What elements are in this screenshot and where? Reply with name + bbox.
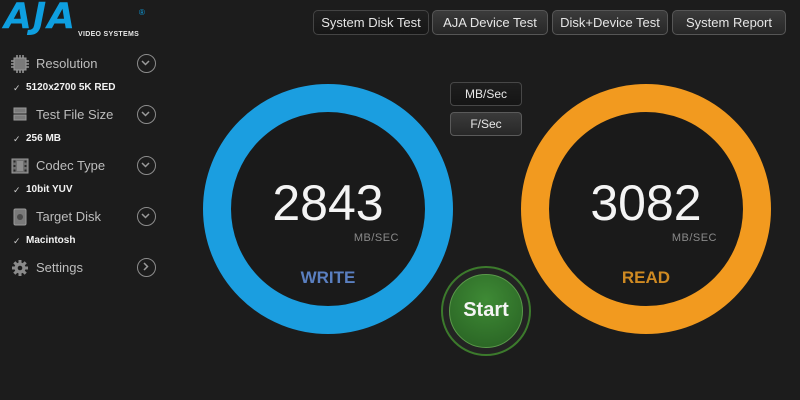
tab-disk-device-test[interactable]: Disk+Device Test [552, 10, 668, 35]
read-gauge: 3082 MB/SEC READ [521, 84, 771, 334]
read-label: READ [621, 268, 671, 287]
sidebar-label-settings: Settings [36, 260, 83, 275]
sidebar-item-test-file-size[interactable]: Test File Size [8, 103, 160, 127]
read-speed-value: 3082 [590, 175, 702, 231]
sidebar-item-resolution[interactable]: Resolution [8, 52, 160, 76]
tab-aja-device-test[interactable]: AJA Device Test [432, 10, 548, 35]
logo-registered: ® [139, 8, 145, 17]
sidebar-label-codec-type: Codec Type [36, 158, 106, 173]
sidebar-item-codec-type[interactable]: Codec Type [8, 154, 160, 178]
fsec-button[interactable]: F/Sec [450, 112, 522, 136]
write-speed-unit: MB/SEC [353, 232, 399, 244]
check-icon: ✓ [13, 83, 21, 93]
chevron-down-icon[interactable] [137, 105, 156, 124]
mbsec-button[interactable]: MB/Sec [450, 82, 522, 106]
logo-subtitle: VIDEO SYSTEMS [78, 31, 140, 38]
tab-system-disk-test[interactable]: System Disk Test [313, 10, 429, 35]
aja-logo: AJA ® VIDEO SYSTEMS [0, 0, 150, 45]
codec-value: 10bit YUV [26, 184, 73, 195]
target-disk-value: Macintosh [26, 235, 76, 246]
write-gauge: 2843 MB/SEC WRITE [203, 84, 453, 334]
check-icon: ✓ [13, 236, 21, 246]
disk-icon [11, 208, 29, 226]
read-speed-unit: MB/SEC [671, 232, 717, 244]
start-button-ring: Start [441, 266, 531, 356]
chevron-right-icon[interactable] [137, 258, 156, 277]
film-icon [11, 157, 29, 175]
file-size-icon [11, 106, 29, 124]
write-speed-value: 2843 [272, 175, 384, 231]
resolution-icon [11, 55, 29, 73]
check-icon: ✓ [13, 185, 21, 195]
resolution-value: 5120x2700 5K RED [26, 82, 116, 93]
sidebar-item-target-disk[interactable]: Target Disk [8, 205, 160, 229]
chevron-down-icon[interactable] [137, 54, 156, 73]
tab-system-report[interactable]: System Report [672, 10, 786, 35]
sidebar-label-target-disk: Target Disk [36, 209, 102, 224]
start-button[interactable]: Start [449, 274, 523, 348]
sidebar-label-resolution: Resolution [36, 56, 98, 71]
chevron-down-icon[interactable] [137, 156, 156, 175]
sidebar-item-settings[interactable]: Settings [8, 256, 160, 280]
gear-icon [11, 259, 29, 277]
file-size-value: 256 MB [26, 133, 62, 144]
chevron-down-icon[interactable] [137, 207, 156, 226]
sidebar-label-test-file-size: Test File Size [36, 107, 114, 122]
write-label: WRITE [300, 268, 356, 287]
check-icon: ✓ [13, 134, 21, 144]
logo-word: AJA [4, 0, 77, 37]
